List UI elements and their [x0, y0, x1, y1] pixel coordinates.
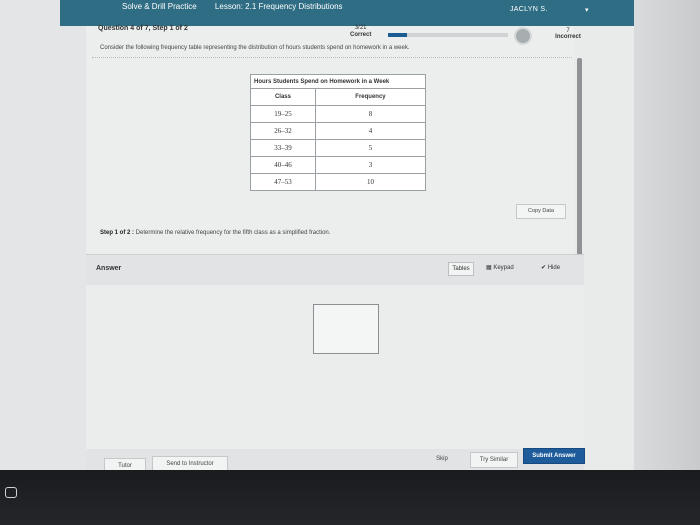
- table-row: 40–46 3: [250, 156, 427, 174]
- left-margin: [0, 0, 86, 470]
- progress-circle-icon: [514, 27, 532, 45]
- chevron-down-icon[interactable]: ▾: [585, 6, 589, 14]
- window-icon: [5, 487, 17, 498]
- keypad-label: Keypad: [493, 265, 514, 271]
- frequency-cell: 8: [314, 105, 427, 123]
- score-status: Incorrect: [555, 34, 581, 40]
- frequency-cell: 4: [314, 122, 427, 140]
- step-label: Step 1 of 2 :: [100, 230, 135, 236]
- answer-toolbar: Answer Tables ▦ Keypad ✔ Hide: [86, 254, 584, 286]
- question-prompt: Consider the following frequency table r…: [100, 45, 410, 51]
- class-cell: 40–46: [250, 156, 316, 174]
- frequency-cell: 5: [314, 139, 427, 157]
- skip-button[interactable]: Skip: [432, 452, 452, 466]
- laptop-bezel: [0, 470, 700, 525]
- check-icon: ✔: [541, 265, 547, 271]
- score-indicator: 7 Incorrect: [544, 28, 592, 40]
- column-header-class: Class: [250, 88, 316, 106]
- progress-status: Correct: [350, 32, 372, 38]
- submit-answer-button[interactable]: Submit Answer: [523, 448, 585, 464]
- table-caption: Hours Students Spend on Homework in a We…: [250, 74, 426, 89]
- answer-input[interactable]: [313, 304, 379, 354]
- keypad-icon: ▦: [486, 265, 492, 271]
- column-header-frequency: Frequency: [314, 88, 427, 106]
- progress-indicator: 3/21 Correct: [350, 25, 371, 38]
- try-similar-button[interactable]: Try Similar: [470, 452, 518, 468]
- class-cell: 47–53: [250, 173, 316, 191]
- class-cell: 19–25: [250, 105, 316, 123]
- frequency-cell: 3: [314, 156, 427, 174]
- frequency-cell: 10: [314, 173, 427, 191]
- class-cell: 33–39: [250, 139, 316, 157]
- table-row: 47–53 10: [250, 173, 427, 191]
- frequency-table: Hours Students Spend on Homework in a We…: [250, 74, 427, 191]
- right-margin: [634, 0, 700, 470]
- lesson-title: Lesson: 2.1 Frequency Distributions: [214, 2, 343, 11]
- table-row: 19–25 8: [250, 105, 427, 123]
- table-row: 26–32 4: [250, 122, 427, 140]
- step-text: Determine the relative frequency for the…: [134, 230, 331, 236]
- hide-label: Hide: [547, 265, 561, 271]
- keypad-button[interactable]: ▦ Keypad: [486, 262, 514, 274]
- question-label: Question 4 of 7, Step 1 of 2: [98, 25, 188, 32]
- user-name[interactable]: JACLYN S.: [510, 6, 548, 13]
- progress-fill: [388, 33, 408, 37]
- step-instructions: Step 1 of 2 : Determine the relative fre…: [100, 230, 330, 236]
- answer-label: Answer: [96, 265, 122, 272]
- scrollbar[interactable]: [577, 58, 582, 262]
- progress-count: 3/21: [354, 25, 367, 31]
- breadcrumb[interactable]: Solve & Drill Practice: [122, 2, 197, 11]
- table-row: 33–39 5: [250, 139, 427, 157]
- progress-bar: [388, 33, 508, 37]
- divider: [92, 57, 572, 58]
- tables-button[interactable]: Tables: [448, 262, 474, 276]
- top-bar: Solve & Drill Practice Lesson: 2.1 Frequ…: [60, 0, 634, 26]
- class-cell: 26–32: [250, 122, 316, 140]
- copy-data-button[interactable]: Copy Data: [516, 204, 566, 219]
- hide-button[interactable]: ✔ Hide: [541, 262, 560, 274]
